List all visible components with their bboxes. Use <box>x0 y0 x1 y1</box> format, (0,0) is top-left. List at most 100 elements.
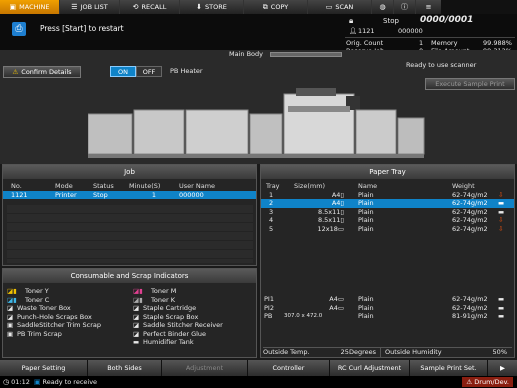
warning-icon: ⚠ <box>12 68 19 76</box>
recall-icon: ⟲ <box>132 3 139 11</box>
tray-alert-icon: ⇩ <box>498 216 504 224</box>
humidifier-icon: ▬ <box>133 338 140 346</box>
toner-y-icon: ◪▮ <box>7 287 17 295</box>
memory-label: Memory <box>431 39 458 47</box>
tray-level-icon: ▬ <box>498 312 505 320</box>
tray-row[interactable]: PB 307.0 x 472.0 Plain 81-91g/m2 ▬ <box>261 312 514 321</box>
consumable-item: ▣ PB Trim Scrap <box>7 329 62 338</box>
user-icon: 👤︎ <box>349 27 358 35</box>
consumables-left-list: ◪▮ Toner Y ◪▮ Toner C ◪ Waste Toner Box ◪ Pu… <box>7 287 133 338</box>
tray-level-icon: ▬ <box>498 207 505 216</box>
consumable-item: ◪ Saddle Stitcher Receiver <box>133 321 223 329</box>
ready-text: Ready to use scanner <box>406 61 477 69</box>
staple-scrap-icon: ◪ <box>133 312 140 321</box>
printer-icon: ⎙ <box>12 22 26 36</box>
bottom-status-strip: ◷ 01:12 ▣ Ready to receive ⚠ Drum/Dev. <box>0 376 517 388</box>
machine-area: Main Body Ready to use scanner ⚠ Confirm… <box>0 50 517 164</box>
consumable-item: ◪▮ Toner C <box>7 295 50 304</box>
orig-count-value: 1 <box>419 39 424 47</box>
consumable-item: ◪▮ Toner Y <box>7 287 49 295</box>
outside-temp-value: 25Degrees <box>321 348 381 357</box>
globe-button[interactable]: ◍ <box>372 0 394 14</box>
machine-illustration <box>88 88 425 158</box>
outside-humidity-label: Outside Humidity <box>385 348 442 356</box>
confirm-details-button[interactable]: ⚠ Confirm Details <box>3 66 81 78</box>
drum-dev-warning[interactable]: ⚠ Drum/Dev. <box>462 377 513 387</box>
user-code: 000000 <box>398 27 423 35</box>
tray-row[interactable]: PI1 A4▭ Plain 62-74g/m2 ▬ <box>261 295 514 304</box>
tab-recall[interactable]: ⟲ RECALL <box>120 0 180 14</box>
tray-alert-icon: ⇩ <box>498 224 504 233</box>
footer-buttons: Paper Setting Both Sides Adjustment Cont… <box>0 360 517 376</box>
pb-heater-label: PB Heater <box>170 67 203 75</box>
menu-button[interactable]: ≡ <box>416 0 441 14</box>
status-message: Press [Start] to restart <box>40 24 124 33</box>
trim-scrap-icon: ▣ <box>7 321 14 329</box>
staple-cartridge-icon: ◪ <box>133 304 140 312</box>
job-row[interactable]: 1121 Printer Stop 1 000000 <box>3 190 256 199</box>
waste-toner-icon: ◪ <box>7 304 14 312</box>
adjustment-button[interactable]: Adjustment <box>162 360 248 376</box>
consumable-item: ◪ Punch-Hole Scraps Box <box>7 312 92 321</box>
pb-heater-on-button[interactable]: ON <box>110 66 136 77</box>
copy-icon: ⧉ <box>262 2 268 11</box>
glue-icon: ◪ <box>133 329 140 338</box>
memory-value: 99.988% <box>483 39 512 47</box>
punch-scraps-icon: ◪ <box>7 312 14 321</box>
main-body-indicator <box>270 52 342 57</box>
job-panel-title: Job <box>3 165 256 179</box>
toner-k-icon: ◪▮ <box>133 295 143 304</box>
menu-icon: ≡ <box>425 3 432 11</box>
store-icon: ⬇ <box>196 3 203 11</box>
toner-m-icon: ◪▮ <box>133 287 143 295</box>
orig-count-label: Orig. Count <box>346 39 384 47</box>
tray-row[interactable]: 4 8.5x11▯ Plain 62-74g/m2 ⇩ <box>261 216 514 225</box>
consumable-item: ◪▮ Toner K <box>133 295 175 304</box>
rc-curl-adjustment-button[interactable]: RC Curl Adjustment <box>330 360 410 376</box>
tab-machine[interactable]: ▣ MACHINE <box>0 0 60 14</box>
saddle-receiver-icon: ◪ <box>133 321 140 329</box>
consumables-right-list: ◪▮ Toner M ◪▮ Toner K ◪ Staple Cartridge ◪ S… <box>133 287 257 347</box>
controller-button[interactable]: Controller <box>248 360 330 376</box>
clock-time: 01:12 <box>11 378 30 386</box>
tray-row[interactable]: PI2 A4▭ Plain 62-74g/m2 ▬ <box>261 304 514 313</box>
scan-icon: ▭ <box>325 3 333 11</box>
pb-trim-icon: ▣ <box>7 329 14 338</box>
tab-store[interactable]: ⬇ STORE <box>180 0 244 14</box>
sample-print-set-button[interactable]: Sample Print Set. <box>410 360 488 376</box>
main-body-label: Main Body <box>229 50 263 58</box>
top-tab-bar: ▣ MACHINE ☰ JOB LIST ⟲ RECALL ⬇ STORE ⧉ … <box>0 0 517 14</box>
tab-job-list[interactable]: ☰ JOB LIST <box>60 0 120 14</box>
consumable-item: ▣ SaddleStitcher Trim Scrap <box>7 321 101 329</box>
info-button[interactable]: ⓘ <box>394 0 416 14</box>
tab-scan[interactable]: ▭ SCAN <box>308 0 372 14</box>
job-panel: Job No. Mode Status Minute(S) User Name … <box>2 164 257 266</box>
execute-sample-print-button[interactable]: Execute Sample Print <box>425 78 515 90</box>
paper-setting-button[interactable]: Paper Setting <box>0 360 88 376</box>
consumable-item: ◪▮ Toner M <box>133 287 177 295</box>
joblist-icon: ☰ <box>71 3 78 11</box>
consumable-item: ◪ Waste Toner Box <box>7 304 71 312</box>
job-state: Stop <box>383 17 399 25</box>
consumable-item: ◪ Staple Cartridge <box>133 304 197 312</box>
tray-alert-icon: ⇩ <box>498 190 504 199</box>
consumable-item: ▬ Humidifier Tank <box>133 338 194 346</box>
tab-copy[interactable]: ⧉ COPY <box>244 0 308 14</box>
outside-temp-label: Outside Temp. <box>263 348 310 356</box>
job-empty-rows <box>7 205 253 263</box>
inserter-tray-list: PI1 A4▭ Plain 62-74g/m2 ▬ PI2 A4▭ Plain … <box>261 295 514 321</box>
both-sides-button[interactable]: Both Sides <box>88 360 162 376</box>
job-table-header: No. Mode Status Minute(S) User Name <box>11 182 216 190</box>
pb-heater-off-button[interactable]: OFF <box>136 66 162 77</box>
tray-row[interactable]: 3 8.5x11▯ Plain 62-74g/m2 ▬ <box>261 208 514 217</box>
tray-row[interactable]: 5 12x18▭ Plain 62-74g/m2 ⇩ <box>261 225 514 234</box>
machine-icon: ▣ <box>9 3 17 11</box>
status-panel: 🔒︎ Stop 0000/0001 👤︎ 1121 000000 Orig. C… <box>343 14 517 55</box>
tray-level-icon: ▬ <box>498 295 505 303</box>
toner-c-icon: ◪▮ <box>7 295 17 304</box>
next-page-button[interactable]: ▶ <box>488 360 517 376</box>
arrow-right-icon: ▶ <box>500 364 505 372</box>
receive-status: Ready to receive <box>42 378 98 386</box>
tray-row[interactable]: 2 A4▯ Plain 62-74g/m2 ▬ <box>261 199 514 208</box>
tray-row[interactable]: 1 A4▯ Plain 62-74g/m2 ⇩ <box>261 191 514 200</box>
